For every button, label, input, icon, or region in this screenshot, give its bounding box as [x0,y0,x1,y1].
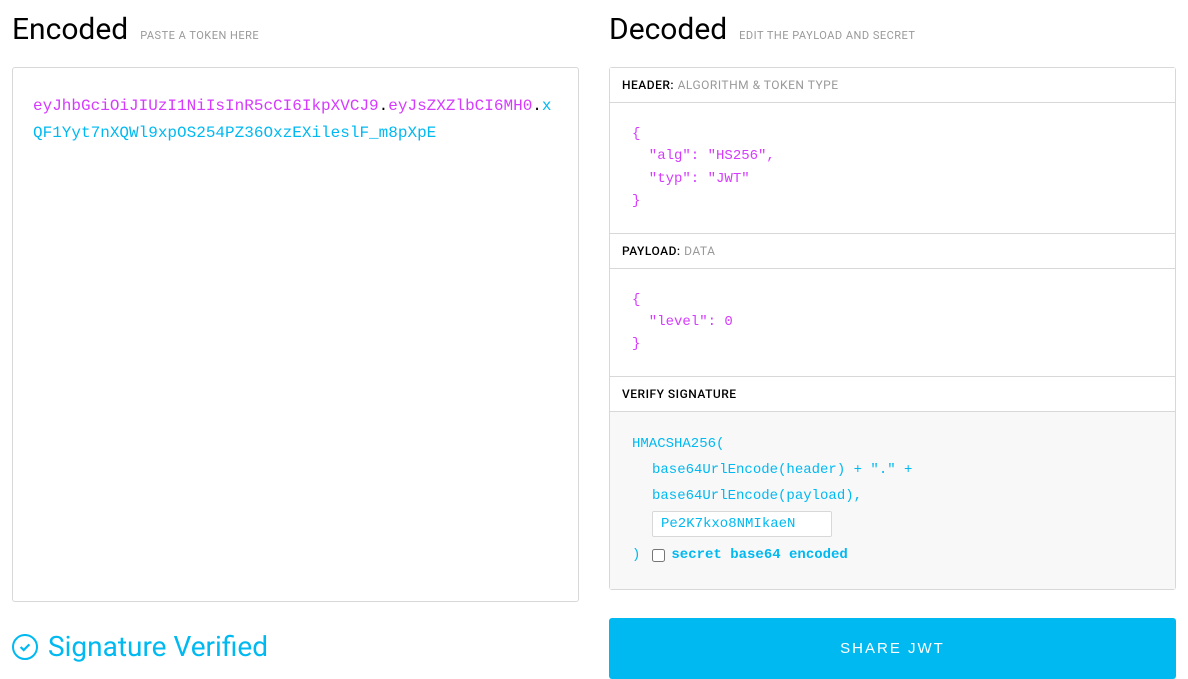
payload-label: PAYLOAD: [622,244,681,258]
secret-input[interactable] [652,511,832,537]
payload-desc: DATA [684,244,715,258]
secret-base64-label: secret base64 encoded [671,543,847,569]
payload-json-editor[interactable]: { "level": 0 } [610,269,1175,377]
signature-body: HMACSHA256( base64UrlEncode(header) + ".… [610,412,1175,589]
secret-base64-checkbox[interactable] [652,549,665,562]
sig-close-paren: ) [632,543,640,569]
header-section-label: HEADER: ALGORITHM & TOKEN TYPE [610,68,1175,103]
token-header-part: eyJhbGciOiJIUzI1NiIsInR5cCI6IkpXVCJ9 [33,97,379,115]
sig-line-1: HMACSHA256( [632,432,1153,458]
token-dot-1: . [379,97,389,115]
encoded-token-input[interactable]: eyJhbGciOiJIUzI1NiIsInR5cCI6IkpXVCJ9.eyJ… [12,67,579,602]
signature-verified-status: Signature Verified [12,630,579,663]
share-jwt-button[interactable]: SHARE JWT [609,618,1176,679]
decoded-subtitle: EDIT THE PAYLOAD AND SECRET [739,29,915,42]
encoded-column-header: Encoded PASTE A TOKEN HERE [12,12,579,47]
check-circle-icon [12,634,38,660]
header-desc: ALGORITHM & TOKEN TYPE [678,78,839,92]
sig-line-2: base64UrlEncode(header) + "." + [632,458,1153,484]
signature-section-label: VERIFY SIGNATURE [610,377,1175,412]
token-payload-part: eyJsZXZlbCI6MH0 [388,97,532,115]
signature-label: VERIFY SIGNATURE [622,387,737,401]
token-dot-2: . [532,97,542,115]
header-label: HEADER: [622,78,674,92]
payload-section-label: PAYLOAD: DATA [610,234,1175,269]
encoded-title: Encoded [12,12,128,47]
signature-verified-text: Signature Verified [48,630,268,663]
decoded-title: Decoded [609,12,727,47]
decoded-panel: HEADER: ALGORITHM & TOKEN TYPE { "alg": … [609,67,1176,590]
decoded-column-header: Decoded EDIT THE PAYLOAD AND SECRET [609,12,1176,47]
header-json-editor[interactable]: { "alg": "HS256", "typ": "JWT" } [610,103,1175,234]
encoded-subtitle: PASTE A TOKEN HERE [140,29,259,42]
sig-line-3: base64UrlEncode(payload), [632,484,1153,510]
